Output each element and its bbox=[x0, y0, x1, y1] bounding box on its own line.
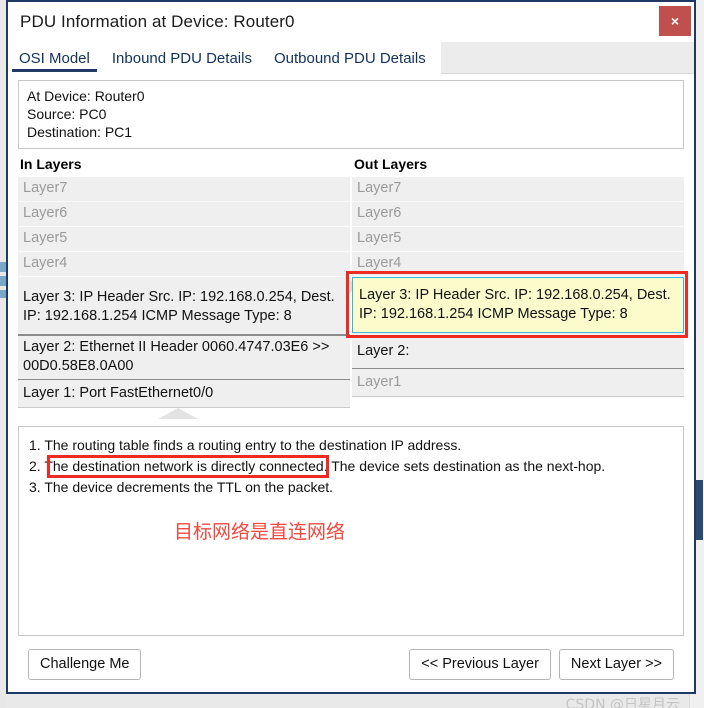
in-layer-row-7[interactable]: Layer7 bbox=[18, 177, 350, 202]
description-line-1: 1. The routing table finds a routing ent… bbox=[29, 437, 462, 453]
info-at-device: At Device: Router0 bbox=[27, 88, 145, 104]
dialog-titlebar: PDU Information at Device: Router0 × bbox=[8, 2, 694, 42]
tab-label: Inbound PDU Details bbox=[111, 49, 252, 67]
out-layer-row-1[interactable]: Layer1 bbox=[352, 369, 684, 397]
in-layer-row-4[interactable]: Layer4 bbox=[18, 252, 350, 277]
out-layer-row-7[interactable]: Layer7 bbox=[352, 177, 684, 202]
layer-nav-group: << Previous Layer Next Layer >> bbox=[409, 648, 674, 680]
out-layer-row-5[interactable]: Layer5 bbox=[352, 227, 684, 252]
close-icon[interactable]: × bbox=[659, 6, 691, 36]
tab-osi-model[interactable]: OSI Model bbox=[8, 42, 101, 74]
out-layer-row-3[interactable]: Layer 3: IP Header Src. IP: 192.168.0.25… bbox=[352, 277, 684, 333]
out-layers-column: Out Layers Layer7 Layer6 Layer5 Layer4 L… bbox=[346, 156, 688, 408]
in-layers-stack: Layer7 Layer6 Layer5 Layer4 Layer 3: IP … bbox=[18, 177, 350, 419]
tab-bar-filler bbox=[440, 42, 694, 74]
annotation-chinese-note: 目标网络是直连网络 bbox=[174, 521, 346, 543]
in-layer-row-1[interactable]: Layer 1: Port FastEthernet0/0 bbox=[18, 379, 350, 408]
chevron-up-icon bbox=[158, 408, 198, 419]
tab-outbound-pdu-details[interactable]: Outbound PDU Details bbox=[262, 42, 437, 74]
info-destination: Destination: PC1 bbox=[27, 124, 133, 140]
dialog-body: At Device: Router0 Source: PC0 Destinati… bbox=[8, 74, 694, 708]
in-layers-column: In Layers Layer7 Layer6 Layer5 Layer4 La… bbox=[18, 156, 350, 419]
description-line-3: 3. The device decrements the TTL on the … bbox=[29, 479, 334, 495]
out-layers-title: Out Layers bbox=[354, 156, 428, 172]
description-line-2: 2. The destination network is directly c… bbox=[29, 458, 606, 474]
out-layer-row-4[interactable]: Layer4 bbox=[352, 252, 684, 277]
dialog-title: PDU Information at Device: Router0 bbox=[20, 12, 295, 31]
in-layer-row-5[interactable]: Layer5 bbox=[18, 227, 350, 252]
info-source: Source: PC0 bbox=[27, 106, 107, 122]
tab-label: Outbound PDU Details bbox=[273, 49, 426, 67]
in-layer-row-2[interactable]: Layer 2: Ethernet II Header 0060.4747.03… bbox=[18, 335, 350, 379]
in-layer-row-3[interactable]: Layer 3: IP Header Src. IP: 192.168.0.25… bbox=[18, 277, 350, 335]
out-layer-3-highlight-wrapper: Layer 3: IP Header Src. IP: 192.168.0.25… bbox=[346, 271, 688, 338]
tab-label: OSI Model bbox=[19, 49, 90, 67]
challenge-me-button[interactable]: Challenge Me bbox=[28, 648, 142, 680]
out-layer-row-2[interactable]: Layer 2: bbox=[352, 333, 684, 369]
tab-bar: OSI Model Inbound PDU Details Outbound P… bbox=[8, 42, 694, 74]
pdu-information-dialog: PDU Information at Device: Router0 × OSI… bbox=[6, 0, 696, 708]
layers-section: In Layers Layer7 Layer6 Layer5 Layer4 La… bbox=[18, 156, 688, 419]
out-layer-row-6[interactable]: Layer6 bbox=[352, 202, 684, 227]
out-layers-stack: Layer7 Layer6 Layer5 Layer4 Layer 3: IP … bbox=[346, 177, 688, 397]
dialog-footer: Challenge Me << Previous Layer Next Laye… bbox=[18, 636, 684, 708]
tab-inbound-pdu-details[interactable]: Inbound PDU Details bbox=[100, 42, 263, 74]
previous-layer-button[interactable]: << Previous Layer bbox=[409, 648, 551, 680]
description-box: 1. The routing table finds a routing ent… bbox=[18, 426, 684, 636]
next-layer-button[interactable]: Next Layer >> bbox=[558, 648, 674, 680]
watermark: CSDN @日星月云 bbox=[565, 697, 680, 708]
screenshot-root: PDU Information at Device: Router0 × OSI… bbox=[0, 0, 704, 708]
in-layers-title: In Layers bbox=[20, 156, 82, 172]
device-info-box: At Device: Router0 Source: PC0 Destinati… bbox=[18, 80, 684, 149]
in-layer-row-6[interactable]: Layer6 bbox=[18, 202, 350, 227]
